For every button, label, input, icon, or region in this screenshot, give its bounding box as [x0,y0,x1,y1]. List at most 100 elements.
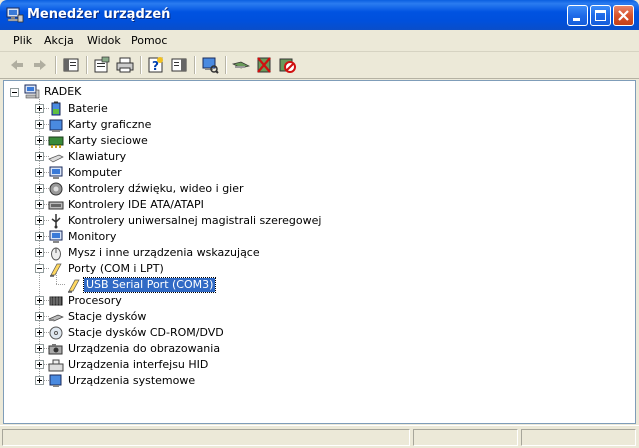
node-expander[interactable] [35,184,44,193]
tree-node-label[interactable]: Porty (COM i LPT) [66,262,166,276]
tree-node-label[interactable]: Baterie [66,102,110,116]
properties-icon [94,56,110,73]
node-expander[interactable] [35,360,44,369]
node-expander[interactable] [35,328,44,337]
computer-monitor-icon [48,165,64,181]
tree-root-label[interactable]: RADEK [42,85,83,99]
tree-node-label[interactable]: Urządzenia do obrazowania [66,342,222,356]
tree-line [56,273,57,284]
tree-node-label[interactable]: Stacje dysków [66,310,148,324]
window-title: Menedżer urządzeń [27,7,171,22]
usb-icon [48,213,64,229]
show-hide-action-pane-icon [171,58,187,72]
tree-node-label[interactable]: Karty sieciowe [66,134,150,148]
maximize-button[interactable] [590,5,611,26]
node-expander[interactable] [35,104,44,113]
disable-button[interactable] [277,55,297,75]
print-icon [116,57,134,73]
network-adapter-icon [48,133,64,149]
close-button[interactable] [613,5,634,26]
menu-action[interactable]: Akcja [44,34,74,47]
toolbar: ? [0,52,639,79]
node-expander[interactable] [35,120,44,129]
node-expander[interactable] [35,376,44,385]
uninstall-button[interactable] [254,55,274,75]
node-expander[interactable] [35,232,44,241]
minimize-icon [573,18,580,21]
update-driver-button[interactable] [231,55,251,75]
print-button[interactable] [115,55,135,75]
mouse-icon [48,245,64,261]
uninstall-icon [257,57,271,73]
tree-node-label[interactable]: Karty graficzne [66,118,153,132]
node-expander[interactable] [35,200,44,209]
camera-icon [48,341,64,357]
tree-node-label[interactable]: Procesory [66,294,124,308]
menu-bar: Plik Akcja Widok Pomoc [0,30,639,52]
show-hide-console-tree-icon [63,58,79,72]
node-expander[interactable] [35,344,44,353]
status-pane-3 [521,429,636,446]
processor-icon [48,293,64,309]
battery-icon [48,101,64,117]
computer-icon [24,84,40,100]
properties-button[interactable] [92,55,112,75]
node-expander[interactable] [35,136,44,145]
toolbar-separator [194,56,196,74]
help-button[interactable]: ? [146,55,166,75]
device-manager-window: Menedżer urządzeń Plik Akcja Widok Pomoc [0,0,639,448]
forward-arrow-icon [34,60,46,70]
root-expander[interactable] [10,88,19,97]
tree-node-label[interactable]: Stacje dysków CD-ROM/DVD [66,326,226,340]
tree-node-label[interactable]: Monitory [66,230,118,244]
menu-help[interactable]: Pomoc [131,34,167,47]
close-icon [618,10,629,21]
tree-node-label[interactable]: Kontrolery uniwersalnej magistrali szere… [66,214,323,228]
toolbar-separator [55,56,57,74]
tree-node-label[interactable]: Kontrolery IDE ATA/ATAPI [66,198,206,212]
monitor-icon [48,229,64,245]
show-hide-action-pane-button[interactable] [169,55,189,75]
node-expander[interactable] [35,312,44,321]
keyboard-icon [48,149,64,165]
help-icon: ? [148,57,163,73]
ide-controller-icon [48,197,64,213]
node-expander[interactable] [35,216,44,225]
sound-icon [48,181,64,197]
toolbar-separator [86,56,88,74]
show-hide-tree-button[interactable] [61,55,81,75]
status-pane-main [2,429,410,446]
menu-file[interactable]: Plik [13,34,32,47]
tree-node-label[interactable]: Urządzenia interfejsu HID [66,358,210,372]
tree-node-label[interactable]: Komputer [66,166,124,180]
menu-view[interactable]: Widok [87,34,121,47]
tree-node-label[interactable]: Mysz i inne urządzenia wskazujące [66,246,262,260]
node-expander[interactable] [35,248,44,257]
maximize-icon [595,10,606,21]
status-bar [0,425,639,448]
node-expander[interactable] [35,296,44,305]
device-tree[interactable]: RADEK Baterie Karty graficzne Karty siecio… [3,80,636,424]
toolbar-separator [140,56,142,74]
tree-node-label[interactable]: Urządzenia systemowe [66,374,197,388]
tree-node-label[interactable]: Kontrolery dźwięku, wideo i gier [66,182,246,196]
title-bar[interactable]: Menedżer urządzeń [0,0,639,30]
node-expander[interactable] [35,168,44,177]
tree-node-label[interactable]: Klawiatury [66,150,128,164]
node-expander[interactable] [35,152,44,161]
cdrom-icon [48,325,64,341]
back-button[interactable] [7,55,27,75]
device-manager-icon [6,7,24,23]
minimize-button[interactable] [567,5,588,26]
update-driver-icon [231,61,251,69]
status-pane-2 [413,429,518,446]
scan-hardware-changes-icon [202,57,219,74]
tree-line [56,284,65,285]
forward-button[interactable] [30,55,50,75]
tree-node-label-selected[interactable]: USB Serial Port (COM3) [82,277,217,293]
node-expander[interactable] [35,264,44,273]
hid-icon [48,357,64,373]
scan-hardware-button[interactable] [200,55,220,75]
system-device-icon [48,373,64,389]
disk-drive-icon [48,309,64,325]
